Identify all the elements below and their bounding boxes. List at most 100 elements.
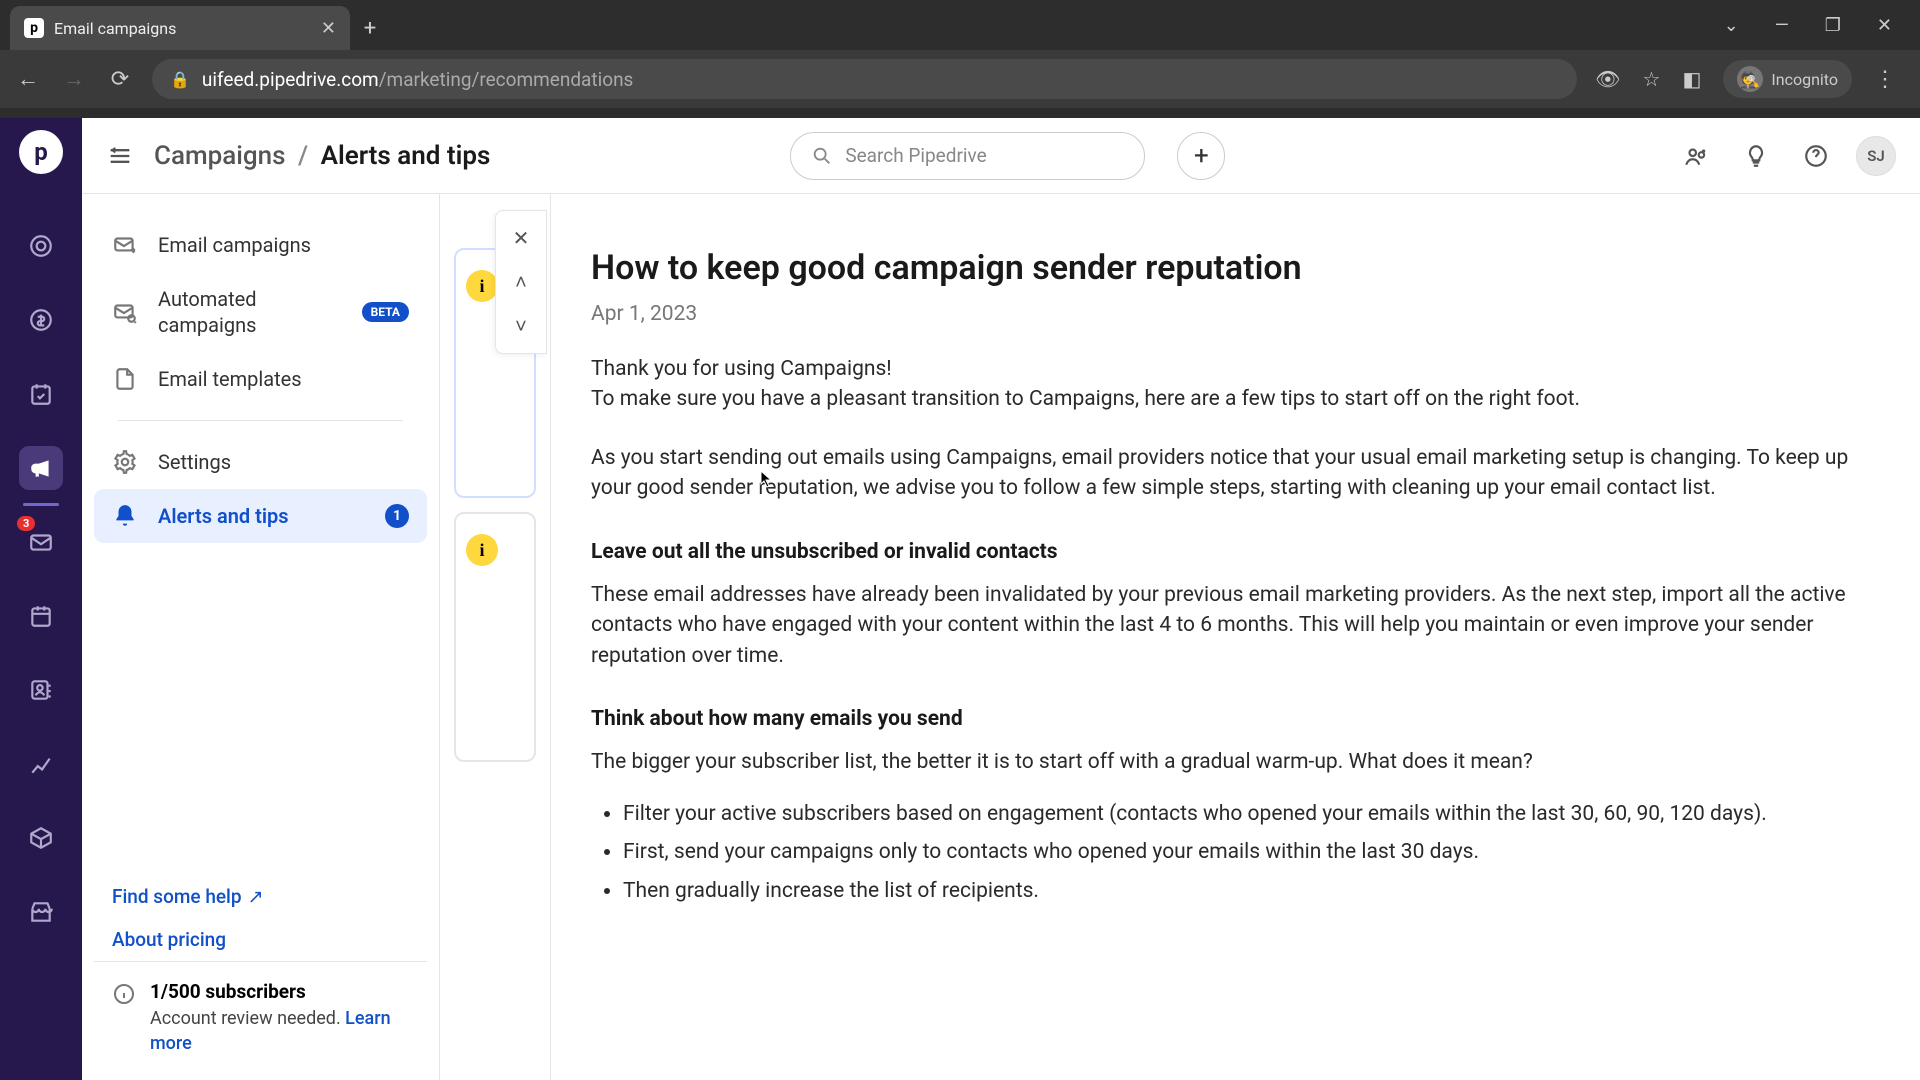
secondary-sidebar: Email campaigns Automated campaigns BETA… [82, 194, 440, 1080]
file-icon [112, 366, 140, 392]
url-text: uifeed.pipedrive.com/marketing/recommend… [202, 68, 633, 91]
rail-insights-icon[interactable] [19, 742, 63, 786]
breadcrumb-separator: / [298, 141, 308, 171]
app-logo[interactable]: p [19, 130, 63, 174]
help-link[interactable]: Find some help ↗ [94, 875, 427, 918]
chevron-down-icon[interactable]: ˅ [502, 307, 540, 345]
sidebar-item-label: Alerts and tips [158, 503, 367, 529]
reload-button[interactable]: ⟳ [106, 67, 134, 92]
bell-icon [112, 503, 140, 529]
rail-calendar-icon[interactable] [19, 594, 63, 638]
url-bar: ← → ⟳ 🔒 uifeed.pipedrive.com/marketing/r… [0, 50, 1920, 108]
browser-tab[interactable]: p Email campaigns ✕ [10, 6, 350, 50]
mail-repeat-icon [112, 299, 140, 325]
rail-contacts-icon[interactable] [19, 668, 63, 712]
breadcrumb: Campaigns / Alerts and tips [154, 141, 490, 171]
sidebar-item-settings[interactable]: Settings [94, 435, 427, 489]
bookmark-icon[interactable]: ☆ [1643, 67, 1661, 91]
incognito-label: Incognito [1771, 70, 1838, 89]
lock-icon: 🔒 [170, 70, 190, 89]
icon-rail: p 3 [0, 118, 82, 1080]
info-chip-icon: i [466, 534, 498, 566]
browser-menu-icon[interactable]: ⋮ [1874, 67, 1896, 92]
subscribers-box: 1/500 subscribers Account review needed.… [94, 961, 427, 1056]
address-bar[interactable]: 🔒 uifeed.pipedrive.com/marketing/recomme… [152, 59, 1577, 99]
info-chip-icon: i [466, 270, 498, 302]
browser-chrome: p Email campaigns ✕ + ⌄ — ❐ ✕ ← → ⟳ 🔒 ui… [0, 0, 1920, 118]
incognito-icon: 🕵 [1737, 66, 1763, 92]
minimize-icon[interactable]: — [1775, 15, 1789, 36]
subscribers-desc: Account review needed. Learn more [150, 1007, 409, 1056]
article-date: Apr 1, 2023 [591, 302, 1880, 326]
extension-icon[interactable]: ◧ [1682, 67, 1701, 91]
external-icon: ↗ [248, 885, 264, 908]
search-icon [811, 145, 833, 167]
invite-icon[interactable] [1676, 136, 1716, 176]
article-body: How to keep good campaign sender reputat… [551, 194, 1920, 1080]
rail-store-icon[interactable] [19, 890, 63, 934]
help-icon[interactable] [1796, 136, 1836, 176]
add-button[interactable]: + [1177, 132, 1225, 180]
pricing-link[interactable]: About pricing [94, 918, 427, 961]
tab-title: Email campaigns [54, 19, 311, 38]
main-area: Campaigns / Alerts and tips Search Piped… [82, 118, 1920, 1080]
sidebar-item-label: Settings [158, 449, 409, 475]
breadcrumb-root[interactable]: Campaigns [154, 141, 286, 171]
sidebar-item-automated[interactable]: Automated campaigns BETA [94, 272, 427, 352]
dropdown-icon[interactable]: ⌄ [1724, 15, 1739, 36]
chevron-up-icon[interactable]: ˄ [502, 263, 540, 301]
article-heading: Leave out all the unsubscribed or invali… [591, 540, 1880, 564]
rail-target-icon[interactable] [19, 224, 63, 268]
sidebar-item-email-campaigns[interactable]: Email campaigns [94, 218, 427, 272]
tab-favicon: p [24, 18, 44, 38]
lightbulb-icon[interactable] [1736, 136, 1776, 176]
list-item: First, send your campaigns only to conta… [623, 836, 1880, 869]
mail-arrow-icon [112, 232, 140, 258]
content-row: Email campaigns Automated campaigns BETA… [82, 194, 1920, 1080]
mail-badge: 3 [17, 516, 35, 531]
close-window-icon[interactable]: ✕ [1877, 15, 1892, 36]
article-paragraph: As you start sending out emails using Ca… [591, 443, 1880, 504]
sidebar-item-templates[interactable]: Email templates [94, 352, 427, 406]
browser-right-icons: 👁 ☆ ◧ 🕵 Incognito ⋮ [1595, 60, 1906, 98]
rail-box-icon[interactable] [19, 816, 63, 860]
sidebar-item-alerts[interactable]: Alerts and tips 1 [94, 489, 427, 543]
gear-icon [112, 449, 140, 475]
alert-count-badge: 1 [385, 504, 409, 528]
rail-megaphone-icon[interactable] [19, 446, 63, 490]
tab-close-icon[interactable]: ✕ [321, 18, 336, 39]
back-button[interactable]: ← [14, 66, 42, 92]
user-avatar[interactable]: SJ [1856, 136, 1896, 176]
list-item: Filter your active subscribers based on … [623, 798, 1880, 831]
top-right-icons: SJ [1676, 136, 1896, 176]
rail-mail-icon[interactable]: 3 [19, 520, 63, 564]
article-heading: Think about how many emails you send [591, 707, 1880, 731]
forward-button: → [60, 66, 88, 92]
eye-off-icon[interactable]: 👁 [1595, 67, 1620, 91]
info-icon [112, 982, 136, 1006]
search-input[interactable]: Search Pipedrive [790, 132, 1145, 180]
app-root: p 3 Campaigns / Alerts and tips Search P… [0, 118, 1920, 1080]
rail-dollar-icon[interactable] [19, 298, 63, 342]
breadcrumb-current: Alerts and tips [321, 141, 491, 171]
sidebar-item-label: Automated campaigns [158, 286, 344, 338]
maximize-icon[interactable]: ❐ [1825, 15, 1841, 36]
rail-calendar-check-icon[interactable] [19, 372, 63, 416]
detail-panel: ✕ ˄ ˅ How to keep good campaign sender r… [550, 194, 1920, 1080]
article-list: Filter your active subscribers based on … [591, 798, 1880, 908]
alert-card[interactable]: i [454, 512, 536, 762]
sidebar-bottom: Find some help ↗ About pricing 1/500 sub… [94, 875, 427, 1056]
subscribers-title: 1/500 subscribers [150, 980, 409, 1003]
list-item: Then gradually increase the list of reci… [623, 875, 1880, 908]
incognito-chip[interactable]: 🕵 Incognito [1723, 60, 1852, 98]
sidebar-toggle-icon[interactable] [106, 142, 134, 170]
beta-badge: BETA [362, 302, 409, 322]
close-icon[interactable]: ✕ [502, 219, 540, 257]
article-paragraph: These email addresses have already been … [591, 580, 1880, 671]
sidebar-item-label: Email templates [158, 366, 409, 392]
top-bar: Campaigns / Alerts and tips Search Piped… [82, 118, 1920, 194]
search-placeholder: Search Pipedrive [845, 144, 986, 167]
sidebar-item-label: Email campaigns [158, 232, 409, 258]
new-tab-button[interactable]: + [350, 16, 390, 41]
detail-controls: ✕ ˄ ˅ [495, 210, 547, 354]
